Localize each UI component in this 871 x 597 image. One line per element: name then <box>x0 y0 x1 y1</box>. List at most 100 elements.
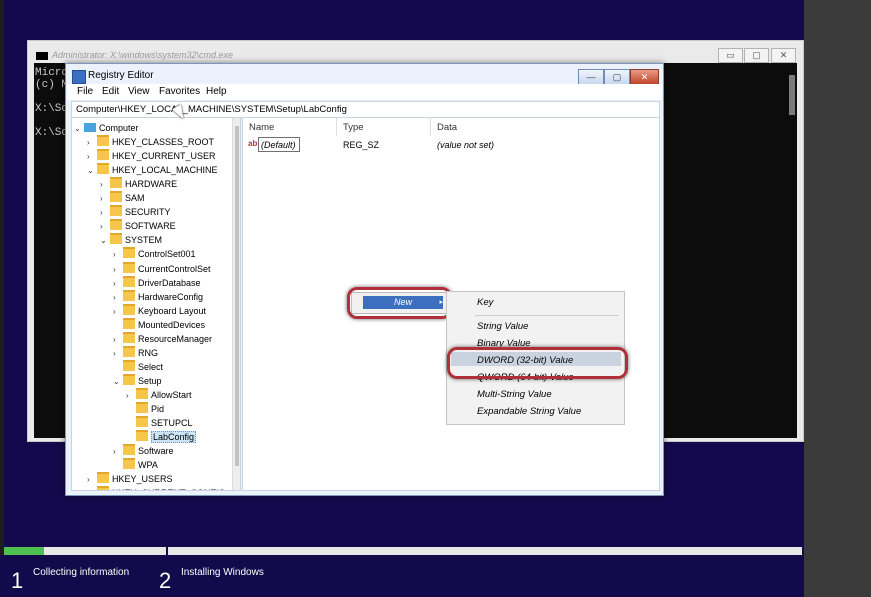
chevron-right-icon[interactable]: › <box>87 150 97 164</box>
tree-item-label: SOFTWARE <box>125 221 176 232</box>
folder-icon <box>136 430 148 442</box>
chevron-down-icon[interactable]: ⌄ <box>100 234 110 248</box>
menu-view[interactable]: View <box>128 86 150 97</box>
window-title: Registry Editor <box>88 70 154 81</box>
tree-item-label: SECURITY <box>125 207 171 218</box>
step-number-1: 1 <box>11 568 24 593</box>
maximize-button[interactable]: ▢ <box>604 69 630 85</box>
tree-item-label: Pid <box>151 404 165 414</box>
column-type[interactable]: Type <box>343 122 364 133</box>
tree-item-label: MountedDevices <box>138 319 206 330</box>
folder-icon <box>110 177 122 189</box>
regedit-icon <box>72 70 86 84</box>
registry-tree[interactable]: ⌄ Computer › HKEY_CLASSES_ROOT › HKEY_CURRENT… <box>71 117 241 491</box>
folder-icon <box>123 261 135 273</box>
tree-item[interactable]: › AllowStart <box>126 387 192 403</box>
chevron-right-icon[interactable]: › <box>113 263 123 277</box>
column-divider[interactable] <box>336 118 337 136</box>
tree-item-label: HardwareConfig <box>138 291 204 302</box>
string-value-icon: ab <box>248 139 258 148</box>
menu-edit[interactable]: Edit <box>102 86 119 97</box>
chevron-right-icon[interactable]: › <box>113 445 123 459</box>
tree-item[interactable]: › ResourceManager <box>113 331 212 347</box>
menu-file[interactable]: File <box>77 86 93 97</box>
cmd-maximize-button[interactable]: ▢ <box>744 48 769 63</box>
step-label-2: Installing Windows <box>181 567 264 578</box>
tree-item[interactable]: › Software <box>113 444 174 458</box>
minimize-button[interactable]: — <box>578 69 604 85</box>
cmd-close-button[interactable]: ✕ <box>771 48 796 63</box>
chevron-right-icon[interactable]: › <box>87 487 97 490</box>
tree-item[interactable]: › ControlSet001 <box>113 247 196 261</box>
folder-icon <box>123 247 135 259</box>
tree-item[interactable]: MountedDevices <box>113 317 206 332</box>
chevron-down-icon[interactable]: ⌄ <box>74 122 84 136</box>
tree-scrollbar[interactable] <box>232 118 240 490</box>
menu-favorites[interactable]: Favorites <box>159 86 200 97</box>
tree-item[interactable]: › HKEY_CURRENT_CONFIG <box>87 486 226 490</box>
submenu-key[interactable]: Key <box>477 297 493 308</box>
cmd-minimize-button[interactable]: ▭ <box>718 48 743 63</box>
tree-item[interactable]: SETUPCL <box>126 416 193 430</box>
tree-item[interactable]: › HKEY_CURRENT_USER <box>87 149 216 163</box>
tree-item[interactable]: › DriverDatabase <box>113 275 201 291</box>
tree-item[interactable]: › SOFTWARE <box>100 219 176 233</box>
menu-help[interactable]: Help <box>206 86 227 97</box>
chevron-right-icon[interactable]: › <box>113 291 123 305</box>
chevron-right-icon[interactable]: › <box>126 389 136 403</box>
submenu-expandable-string-value[interactable]: Expandable String Value <box>477 406 581 417</box>
value-name[interactable]: (Default) <box>261 140 296 150</box>
chevron-right-icon[interactable]: › <box>113 248 123 262</box>
progress-separator <box>166 547 168 555</box>
cmd-scrollbar[interactable] <box>789 75 795 115</box>
tree-item-label: DriverDatabase <box>138 277 201 288</box>
tree-item[interactable]: ⌄ Setup <box>113 373 162 389</box>
submenu-string-value[interactable]: String Value <box>477 321 528 332</box>
chevron-right-icon[interactable]: › <box>100 220 110 234</box>
tree-item[interactable]: › HardwareConfig <box>113 289 204 305</box>
tree-item[interactable]: Select <box>113 359 163 374</box>
close-button[interactable]: ✕ <box>630 69 659 85</box>
column-data[interactable]: Data <box>437 122 457 133</box>
folder-icon <box>123 373 135 385</box>
tree-item[interactable]: Pid <box>126 402 164 416</box>
column-name[interactable]: Name <box>249 122 274 133</box>
tree-item[interactable]: ⌄ SYSTEM <box>100 233 162 247</box>
chevron-down-icon[interactable]: ⌄ <box>87 164 97 178</box>
chevron-right-icon[interactable]: › <box>87 136 97 150</box>
tree-item[interactable]: › RNG <box>113 345 158 361</box>
tree-item[interactable]: › HKEY_CLASSES_ROOT <box>87 135 214 149</box>
tree-item-label: RNG <box>138 347 158 358</box>
chevron-right-icon[interactable]: › <box>100 178 110 192</box>
registry-editor-window[interactable]: Registry Editor — ▢ ✕ File Edit View Fav… <box>65 63 664 496</box>
console-line: X:\So <box>35 103 69 115</box>
chevron-down-icon[interactable]: ⌄ <box>113 375 123 389</box>
chevron-right-icon[interactable]: › <box>113 277 123 291</box>
tree-item[interactable]: › CurrentControlSet <box>113 261 211 277</box>
folder-icon <box>123 345 135 357</box>
tree-item[interactable]: ⌄ Computer <box>74 121 139 135</box>
chevron-right-icon[interactable]: › <box>100 206 110 220</box>
folder-icon <box>136 402 148 413</box>
tree-scroll-thumb[interactable] <box>235 126 239 466</box>
tree-item-label: SAM <box>125 193 145 204</box>
submenu-multi-string-value[interactable]: Multi-String Value <box>477 389 552 400</box>
tree-item[interactable]: › Keyboard Layout <box>113 303 206 319</box>
menu-separator <box>475 315 619 316</box>
tree-item[interactable]: › SECURITY <box>100 205 171 219</box>
chevron-right-icon[interactable]: › <box>87 473 97 487</box>
tree-item[interactable]: WPA <box>113 458 158 472</box>
chevron-right-icon[interactable]: › <box>113 347 123 361</box>
folder-icon <box>136 416 148 428</box>
tree-item[interactable]: › SAM <box>100 191 145 205</box>
tree-item[interactable]: › HKEY_USERS <box>87 472 173 486</box>
tree-item[interactable]: ⌄ HKEY_LOCAL_MACHINE <box>87 163 218 177</box>
chevron-right-icon[interactable]: › <box>113 333 123 347</box>
column-divider[interactable] <box>430 118 431 136</box>
chevron-right-icon[interactable]: › <box>113 305 123 319</box>
right-panel <box>804 0 871 597</box>
chevron-right-icon[interactable]: › <box>100 192 110 206</box>
tree-item-label: LabConfig <box>151 431 197 444</box>
tree-item[interactable]: LabConfig <box>126 430 197 444</box>
tree-item[interactable]: › HARDWARE <box>100 177 177 191</box>
